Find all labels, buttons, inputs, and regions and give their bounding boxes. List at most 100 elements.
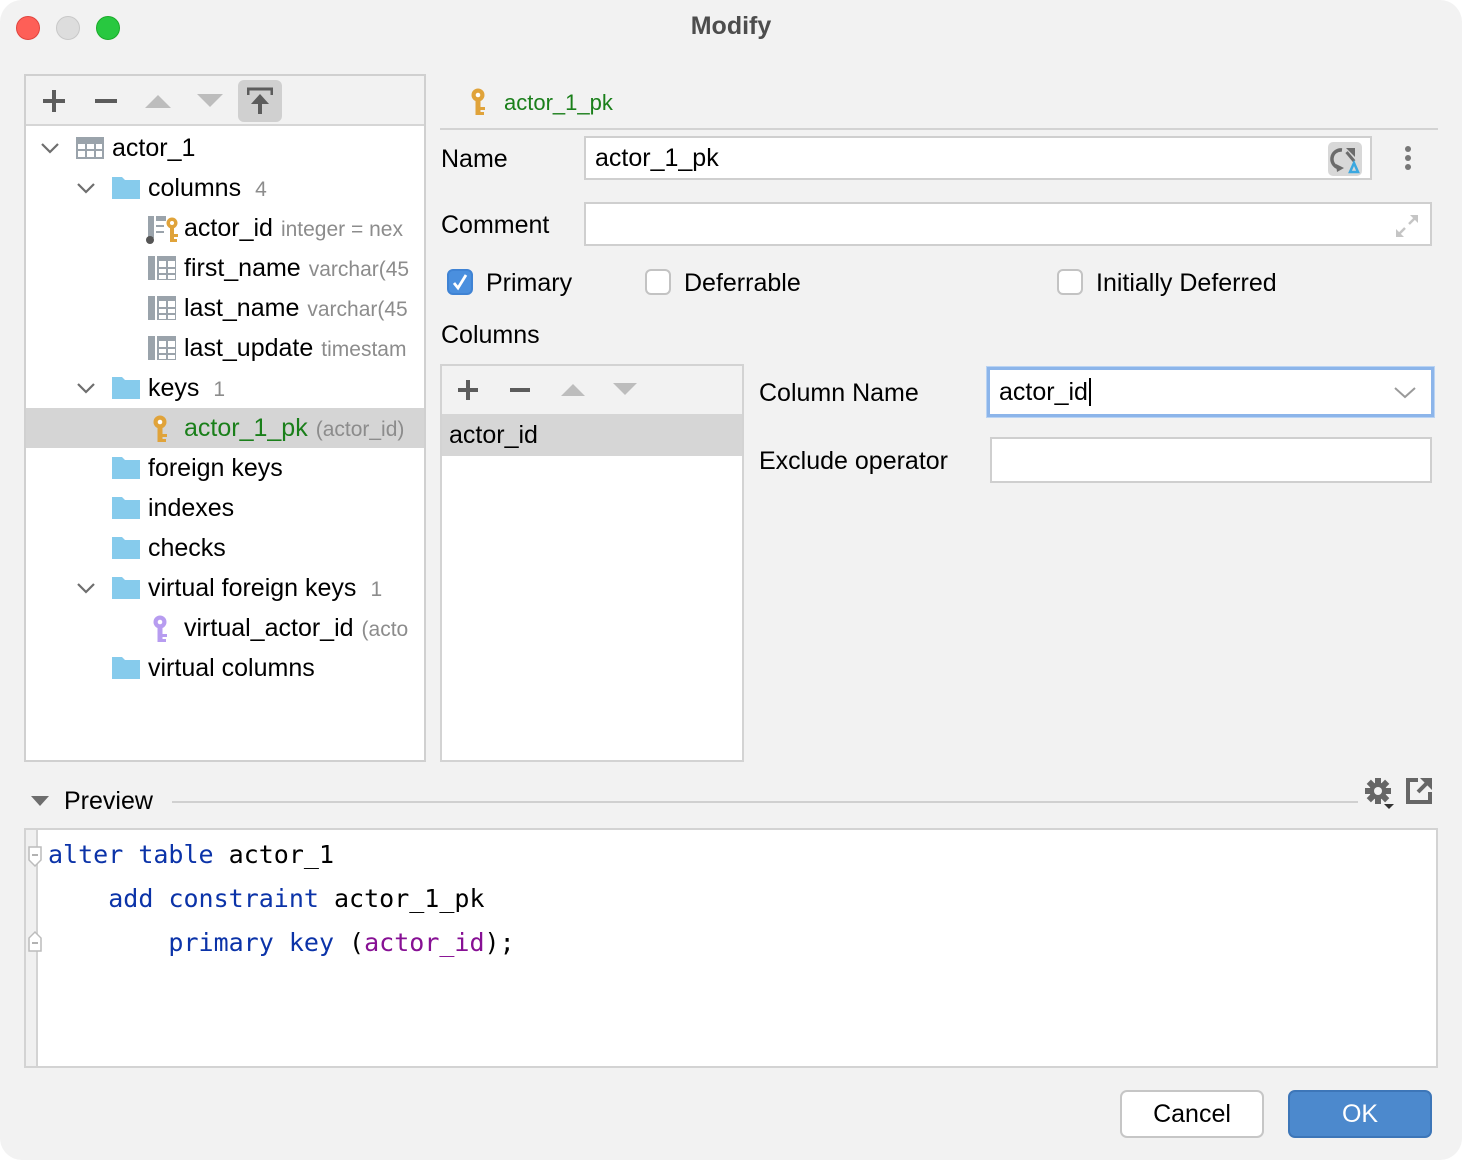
object-title: actor_1_pk (504, 90, 613, 115)
arrow-up-to-bar-icon (247, 87, 273, 114)
comment-field[interactable] (584, 202, 1432, 246)
triangle-up-icon[interactable] (561, 383, 585, 396)
expand-icon[interactable] (1394, 213, 1420, 239)
tree-node-key-selected[interactable]: actor_1_pk (actor_id) (26, 408, 424, 448)
checkmark-icon (452, 274, 468, 291)
sql-identifier (48, 928, 168, 957)
open-in-new-window-icon[interactable] (1406, 776, 1434, 804)
item-count: 1 (213, 377, 226, 401)
tree-node-foreign-keys-folder[interactable]: foreign keys (26, 448, 424, 488)
column-name-combobox[interactable]: actor_id (987, 367, 1434, 417)
minus-icon[interactable] (510, 380, 530, 400)
tree-node-column[interactable]: last_name varchar(45 (26, 288, 424, 328)
separator (172, 801, 1358, 803)
key-icon (153, 415, 167, 442)
virtual-key-icon (153, 615, 167, 642)
tree-node-keys-folder[interactable]: keys 1 (26, 368, 424, 408)
initially-deferred-label[interactable]: Initially Deferred (1096, 269, 1277, 298)
tree-node-label: foreign keys (148, 453, 283, 482)
columns-label: Columns (441, 321, 540, 349)
tree-node-label: virtual_actor_id (184, 613, 354, 642)
initially-deferred-checkbox[interactable] (1057, 269, 1083, 295)
tree-node-column[interactable]: last_update timestam (26, 328, 424, 368)
folder-icon (112, 177, 140, 199)
remove-button[interactable] (84, 80, 128, 122)
plus-icon (43, 90, 65, 112)
add-button[interactable] (32, 80, 76, 122)
code-line: add constraint actor_1_pk (48, 884, 484, 913)
sql-keyword: primary (168, 928, 274, 957)
column-list-item-label: actor_id (449, 420, 538, 449)
triangle-down-icon[interactable] (613, 383, 637, 396)
name-label: Name (441, 145, 508, 173)
item-count: 1 (370, 577, 383, 601)
fold-end-marker-icon[interactable] (28, 930, 42, 952)
window-title: Modify (690, 12, 772, 40)
tree-node-label: virtual columns (148, 653, 315, 682)
primary-key-column-icon (146, 216, 178, 244)
list-item[interactable]: actor_id (442, 414, 742, 456)
sql-keyword: constraint (168, 884, 319, 913)
ok-button[interactable]: OK (1288, 1090, 1432, 1138)
move-to-top-button[interactable] (238, 80, 282, 122)
tree-node-table[interactable]: actor_1 (26, 128, 424, 168)
tree-node-column[interactable]: first_name varchar(45 (26, 248, 424, 288)
deferrable-label[interactable]: Deferrable (684, 269, 801, 298)
structure-tree-panel: actor_1 columns 4 actor_id integer = nex… (24, 74, 426, 762)
exclude-operator-label: Exclude operator (759, 447, 949, 475)
plus-icon[interactable] (458, 380, 478, 400)
regenerate-name-button[interactable] (1328, 142, 1362, 176)
sql-preview-editor[interactable]: alter table actor_1 add constraint actor… (24, 828, 1438, 1068)
sql-identifier (274, 928, 289, 957)
item-count: 4 (255, 177, 267, 201)
column-type: timestam (321, 337, 407, 361)
tree-node-label: keys (148, 373, 200, 402)
tree-node-column[interactable]: actor_id integer = nex (26, 208, 424, 248)
sql-keyword: alter (48, 840, 124, 869)
sql-identifier: ( (334, 928, 365, 957)
preview-header: Preview (24, 778, 1438, 820)
folder-icon (112, 537, 140, 559)
tree-node-label: first_name (184, 253, 301, 282)
move-up-button[interactable] (136, 80, 180, 122)
name-field[interactable]: actor_1_pk (584, 136, 1372, 180)
tree-node-virtual-foreign-keys-folder[interactable]: virtual foreign keys 1 (26, 568, 424, 608)
tree-node-label: actor_1 (112, 133, 196, 162)
folder-icon (112, 377, 140, 399)
fold-marker-icon[interactable] (28, 846, 42, 868)
comment-label: Comment (441, 211, 550, 239)
preview-label[interactable]: Preview (64, 787, 153, 816)
regenerate-icon (1330, 148, 1360, 174)
sql-identifier (48, 884, 108, 913)
tree-node-label: last_name (184, 293, 300, 322)
folder-icon (112, 497, 140, 519)
gear-icon[interactable] (1364, 776, 1398, 810)
tree-node-label: actor_1_pk (184, 413, 308, 442)
deferrable-checkbox[interactable] (645, 269, 671, 295)
collapse-triangle-icon[interactable] (31, 796, 49, 807)
more-options-icon[interactable] (1400, 144, 1416, 174)
chevron-down-icon[interactable] (40, 142, 60, 156)
primary-label[interactable]: Primary (486, 269, 572, 298)
tree-node-indexes-folder[interactable]: indexes (26, 488, 424, 528)
tree-node-checks-folder[interactable]: checks (26, 528, 424, 568)
move-down-button[interactable] (188, 80, 232, 122)
sql-identifier (153, 884, 168, 913)
exclude-operator-field[interactable] (990, 437, 1432, 483)
chevron-down-icon[interactable] (76, 182, 96, 196)
chevron-down-icon[interactable] (76, 582, 96, 596)
tree-node-virtual-key[interactable]: virtual_actor_id (acto (26, 608, 424, 648)
primary-checkbox[interactable] (447, 269, 473, 295)
column-type: integer = nex (280, 217, 403, 241)
chevron-down-icon[interactable] (76, 382, 96, 396)
tree-toolbar (26, 76, 424, 126)
code-line: alter table actor_1 (48, 840, 334, 869)
name-value: actor_1_pk (595, 143, 719, 172)
tree-node-virtual-columns-folder[interactable]: virtual columns (26, 648, 424, 688)
column-icon (148, 336, 176, 360)
modify-dialog: Modify actor_1 columns 4 actor_id intege… (0, 0, 1462, 1160)
chevron-down-icon[interactable] (1393, 386, 1417, 400)
tree-node-columns-folder[interactable]: columns 4 (26, 168, 424, 208)
column-type: varchar(45 (307, 297, 408, 321)
cancel-button[interactable]: Cancel (1120, 1090, 1264, 1138)
